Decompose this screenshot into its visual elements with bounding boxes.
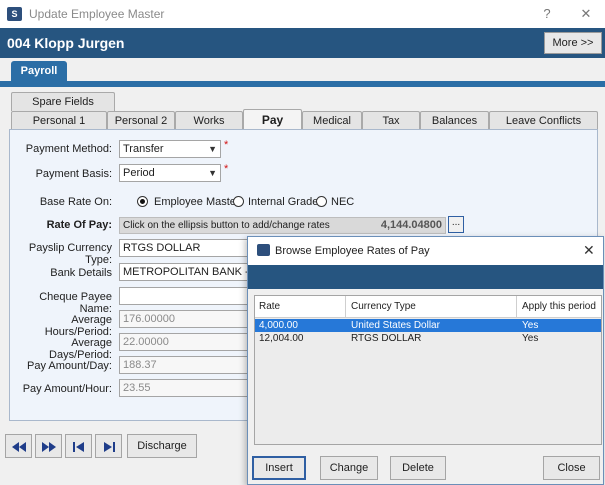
change-button[interactable]: Change bbox=[320, 456, 378, 480]
cheque-payee-label: Cheque Payee Name: bbox=[39, 291, 112, 315]
radio-internal-grade[interactable] bbox=[233, 196, 244, 207]
close-icon[interactable]: ✕ bbox=[583, 242, 595, 259]
pay-hour-field: 23.55 bbox=[119, 379, 249, 397]
column-divider bbox=[516, 296, 517, 318]
window-title: Update Employee Master bbox=[29, 7, 165, 21]
cell-apply: Yes bbox=[522, 320, 539, 331]
cell-apply: Yes bbox=[522, 333, 539, 344]
dialog-header-band bbox=[248, 265, 603, 289]
tab-personal-1[interactable]: Personal 1 bbox=[11, 111, 107, 130]
column-rate[interactable]: Rate bbox=[259, 301, 280, 312]
payslip-currency-select[interactable]: RTGS DOLLAR bbox=[119, 239, 249, 257]
table-row[interactable]: 12,004.00 RTGS DOLLAR Yes bbox=[255, 332, 601, 345]
cell-currency: United States Dollar bbox=[351, 320, 440, 331]
tab-medical[interactable]: Medical bbox=[302, 111, 362, 130]
cell-rate: 4,000.00 bbox=[259, 320, 298, 331]
help-icon[interactable]: ? bbox=[537, 4, 557, 24]
dialog-title: Browse Employee Rates of Pay bbox=[275, 245, 430, 257]
browse-rates-dialog: Browse Employee Rates of Pay ✕ Rate Curr… bbox=[247, 236, 604, 485]
avg-days-field: 22.00000 bbox=[119, 333, 249, 351]
fast-forward-icon bbox=[42, 442, 56, 452]
pay-day-label: Pay Amount/Day: bbox=[27, 360, 112, 372]
next-record-button[interactable] bbox=[95, 434, 122, 458]
payment-method-label: Payment Method: bbox=[25, 143, 112, 155]
tab-balances[interactable]: Balances bbox=[420, 111, 489, 130]
payslip-currency-label: Payslip Currency Type: bbox=[28, 242, 112, 266]
tab-works[interactable]: Works bbox=[175, 111, 243, 130]
cell-currency: RTGS DOLLAR bbox=[351, 333, 422, 344]
tab-payroll[interactable]: Payroll bbox=[11, 61, 67, 81]
bank-details-label: Bank Details bbox=[50, 267, 112, 279]
tab-tax[interactable]: Tax bbox=[362, 111, 420, 130]
radio-internal-grade-label: Internal Grade bbox=[248, 196, 319, 208]
rates-grid-header: Rate Currency Type Apply this period bbox=[255, 296, 601, 318]
radio-nec-label: NEC bbox=[331, 196, 355, 208]
more-button[interactable]: More >> bbox=[544, 32, 602, 54]
base-rate-label: Base Rate On: bbox=[39, 196, 112, 208]
payroll-tab-strip bbox=[0, 81, 605, 87]
column-apply-period[interactable]: Apply this period bbox=[522, 301, 596, 312]
delete-button[interactable]: Delete bbox=[390, 456, 446, 480]
radio-employee-master-label: Employee Master bbox=[154, 196, 240, 208]
table-row[interactable]: 4,000.00 United States Dollar Yes bbox=[255, 319, 601, 332]
insert-button[interactable]: Insert bbox=[252, 456, 306, 480]
dialog-title-bar: Browse Employee Rates of Pay ✕ bbox=[248, 237, 603, 265]
dialog-close-button[interactable]: Close bbox=[543, 456, 600, 480]
skip-back-icon bbox=[73, 442, 84, 452]
required-mark: * bbox=[224, 139, 229, 151]
rates-grid: Rate Currency Type Apply this period 4,0… bbox=[254, 295, 602, 445]
skip-forward-icon bbox=[104, 442, 115, 452]
first-record-button[interactable] bbox=[5, 434, 32, 458]
payment-basis-label: Payment Basis: bbox=[35, 168, 112, 180]
app-icon: S bbox=[7, 7, 22, 21]
fast-forward-button[interactable] bbox=[35, 434, 62, 458]
tab-personal-2[interactable]: Personal 2 bbox=[107, 111, 175, 130]
column-divider bbox=[345, 296, 346, 318]
bank-details-field[interactable]: METROPOLITAN BANK - BEL bbox=[119, 263, 249, 281]
cell-rate: 12,004.00 bbox=[259, 333, 304, 344]
avg-days-label: Average Days/Period: bbox=[49, 337, 112, 361]
app-icon bbox=[257, 244, 270, 256]
rate-of-pay-field: Click on the ellipsis button to add/chan… bbox=[119, 217, 446, 234]
payment-basis-select[interactable]: Period ▼ bbox=[119, 164, 221, 182]
avg-hours-field: 176.00000 bbox=[119, 310, 249, 328]
chevron-down-icon: ▼ bbox=[208, 144, 217, 154]
employee-name: 004 Klopp Jurgen bbox=[7, 35, 125, 51]
radio-employee-master[interactable] bbox=[137, 196, 148, 207]
rate-of-pay-hint: Click on the ellipsis button to add/chan… bbox=[123, 220, 330, 231]
rate-ellipsis-button[interactable]: ... bbox=[448, 216, 464, 233]
rate-of-pay-label: Rate Of Pay: bbox=[46, 219, 112, 231]
discharge-button[interactable]: Discharge bbox=[127, 434, 197, 458]
chevron-down-icon: ▼ bbox=[208, 168, 217, 178]
previous-record-button[interactable] bbox=[65, 434, 92, 458]
tab-leave-conflicts[interactable]: Leave Conflicts bbox=[489, 111, 598, 130]
column-currency-type[interactable]: Currency Type bbox=[351, 301, 416, 312]
radio-nec[interactable] bbox=[316, 196, 327, 207]
pay-hour-label: Pay Amount/Hour: bbox=[22, 383, 112, 395]
tab-pay[interactable]: Pay bbox=[243, 109, 302, 130]
required-mark: * bbox=[224, 163, 229, 175]
cheque-payee-input[interactable] bbox=[119, 287, 249, 305]
pay-day-field: 188.37 bbox=[119, 356, 249, 374]
rewind-icon bbox=[12, 442, 26, 452]
avg-hours-label: Average Hours/Period: bbox=[44, 314, 112, 338]
rate-of-pay-value: 4,144.04800 bbox=[380, 219, 442, 231]
tab-spare-fields[interactable]: Spare Fields bbox=[11, 92, 115, 111]
payment-method-select[interactable]: Transfer ▼ bbox=[119, 140, 221, 158]
window-title-bar: S Update Employee Master ? ✕ bbox=[0, 0, 605, 28]
close-icon[interactable]: ✕ bbox=[576, 4, 596, 24]
employee-header: 004 Klopp Jurgen More >> bbox=[0, 28, 605, 58]
